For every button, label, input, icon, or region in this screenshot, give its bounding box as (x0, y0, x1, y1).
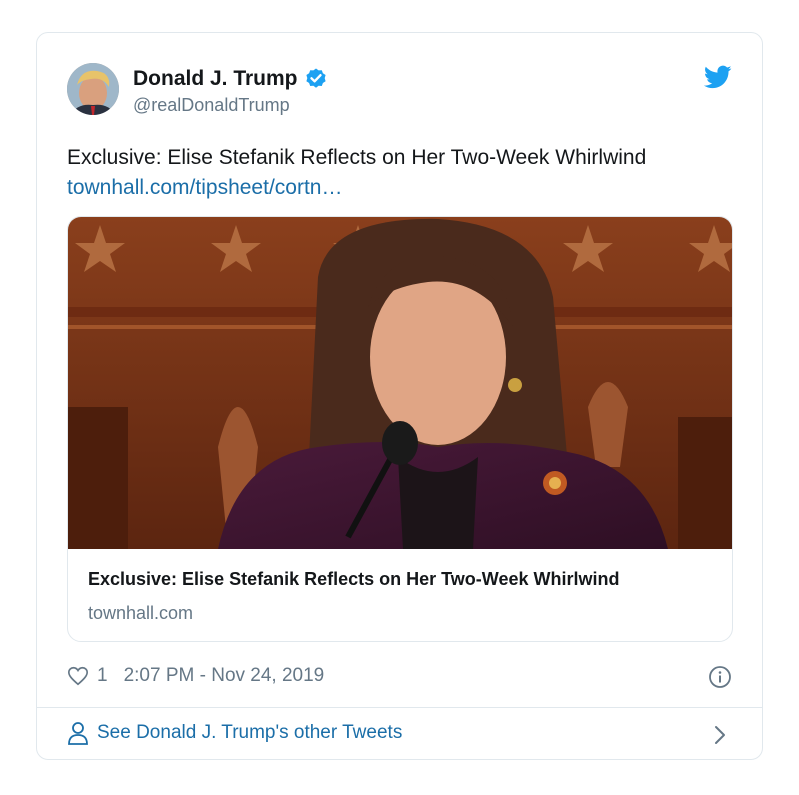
verified-badge-icon (305, 68, 326, 88)
person-icon (68, 722, 88, 745)
author-name-row[interactable]: Donald J. Trump (133, 67, 328, 91)
heart-icon[interactable] (67, 665, 89, 687)
avatar[interactable] (67, 63, 119, 115)
author-handle[interactable]: @realDonaldTrump (133, 95, 290, 116)
see-other-tweets-link[interactable]: See Donald J. Trump's other Tweets (67, 721, 402, 745)
tweet-text: Exclusive: Elise Stefanik Reflects on He… (67, 143, 737, 203)
link-preview-domain: townhall.com (88, 603, 194, 623)
author-name[interactable]: Donald J. Trump (133, 67, 298, 91)
link-preview-title[interactable]: Exclusive: Elise Stefanik Reflects on He… (88, 569, 619, 590)
like-count[interactable]: 1 (97, 665, 108, 687)
tweet-meta: 1 2:07 PM - Nov 24, 2019 (67, 665, 324, 687)
link-preview-image[interactable] (68, 217, 733, 549)
chevron-right-icon[interactable] (712, 724, 728, 746)
embedded-tweet-card: Donald J. Trump @realDonaldTrump Exclusi… (36, 32, 763, 760)
tweet-timestamp[interactable]: 2:07 PM - Nov 24, 2019 (124, 665, 325, 687)
see-other-tweets-label[interactable]: See Donald J. Trump's other Tweets (97, 722, 402, 744)
link-preview-card[interactable]: Exclusive: Elise Stefanik Reflects on He… (67, 216, 733, 642)
tweet-link[interactable]: townhall.com/tipsheet/cortn… (67, 173, 737, 203)
divider (37, 707, 762, 708)
tweet-body: Exclusive: Elise Stefanik Reflects on He… (67, 146, 647, 169)
info-icon[interactable] (708, 665, 732, 689)
twitter-bird-icon[interactable] (704, 63, 732, 91)
